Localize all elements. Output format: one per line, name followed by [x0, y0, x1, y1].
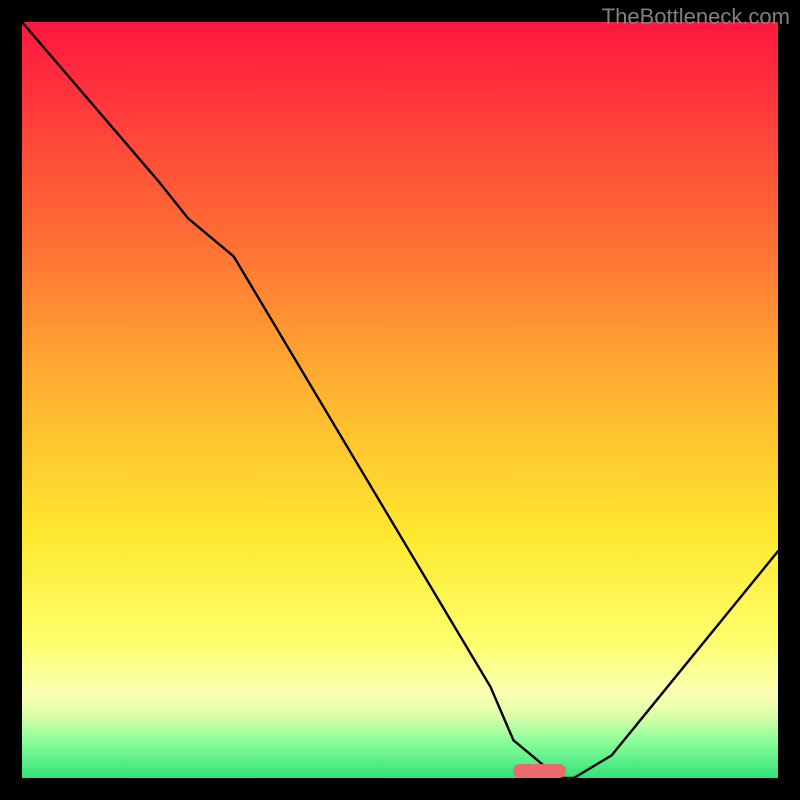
chart-area	[22, 22, 778, 778]
line-curve	[22, 22, 778, 778]
bottleneck-marker	[513, 764, 566, 778]
watermark-text: TheBottleneck.com	[602, 4, 790, 30]
